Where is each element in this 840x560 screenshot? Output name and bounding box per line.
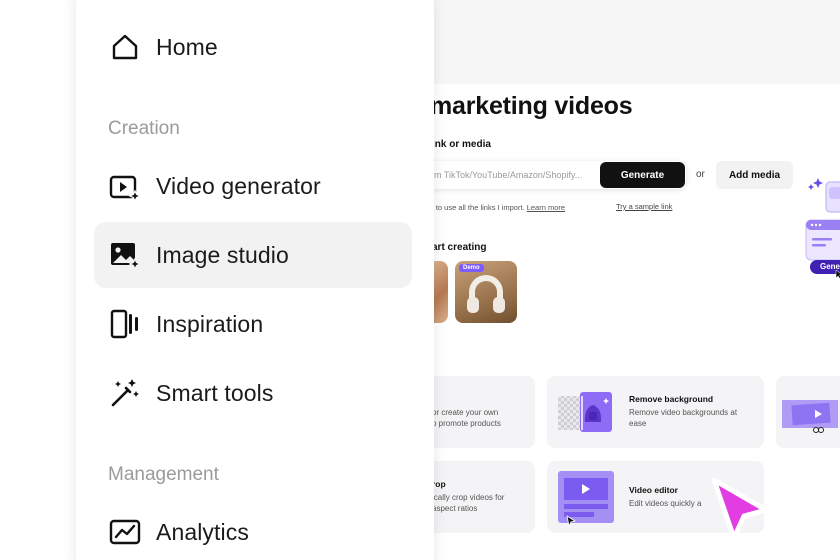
magic-wand-icon — [108, 376, 142, 410]
card-desc: aspect ratios — [432, 504, 478, 513]
learn-more-link[interactable]: Learn more — [527, 203, 565, 212]
navigation-menu: Home Creation Video generator Image stud… — [76, 0, 434, 560]
small-cursor-icon — [566, 515, 576, 527]
trim-video-illustration — [782, 400, 838, 433]
or-text: or — [696, 169, 705, 180]
menu-item-analytics[interactable]: Analytics — [94, 499, 412, 560]
play-icon — [582, 484, 590, 494]
menu-item-video-generator[interactable]: Video generator — [94, 153, 412, 219]
menu-label-image-studio: Image studio — [156, 241, 289, 268]
remove-background-illustration — [558, 392, 612, 432]
tool-card-create[interactable]: or create your own o promote products — [420, 376, 535, 448]
timeline-bar — [564, 504, 608, 509]
group-label-management: Management — [108, 464, 219, 485]
video-sparkle-icon — [108, 169, 142, 203]
image-sparkle-icon — [108, 238, 142, 272]
import-hint: s to use all the links I import. Learn m… — [430, 203, 565, 212]
analytics-icon — [108, 515, 142, 549]
card-desc: o promote products — [432, 419, 501, 428]
menu-item-image-studio[interactable]: Image studio — [94, 222, 412, 288]
menu-label-video-generator: Video generator — [156, 172, 321, 199]
menu-label-home: Home — [156, 33, 218, 60]
tool-card-crop[interactable]: rop ically crop videos for aspect ratios — [420, 461, 535, 533]
demo-badge: Demo — [459, 264, 484, 272]
start-creating-label: art creating — [432, 242, 487, 253]
card-title: Video editor — [629, 485, 678, 495]
card-desc: Remove video backgrounds at — [629, 408, 738, 417]
menu-item-inspiration[interactable]: Inspiration — [94, 291, 412, 357]
menu-label-inspiration: Inspiration — [156, 310, 264, 337]
generate-button[interactable]: Generate — [600, 162, 685, 188]
card-title: rop — [432, 479, 446, 489]
inspiration-icon — [108, 307, 142, 341]
add-media-button[interactable]: Add media — [716, 161, 793, 189]
side-generate-label: Gene — [820, 262, 840, 271]
menu-label-smart-tools: Smart tools — [156, 379, 274, 406]
try-sample-link[interactable]: Try a sample link — [616, 202, 672, 211]
card-desc: or create your own — [432, 408, 499, 417]
card-desc: ease — [629, 419, 647, 428]
menu-label-analytics: Analytics — [156, 518, 249, 545]
headphones-thumbnail[interactable]: Demo — [455, 261, 517, 323]
card-title: Remove background — [629, 394, 714, 404]
headphone-cup-right — [493, 297, 505, 313]
card-desc: Edit videos quickly a — [629, 499, 702, 508]
top-bar — [434, 0, 840, 84]
menu-item-smart-tools[interactable]: Smart tools — [94, 360, 412, 426]
card-desc: ically crop videos for — [432, 493, 505, 502]
link-section-label: ink or media — [432, 139, 491, 150]
menu-item-home[interactable]: Home — [94, 14, 412, 80]
group-label-creation: Creation — [108, 118, 180, 139]
headphone-cup-left — [467, 297, 479, 313]
link-input[interactable] — [434, 161, 604, 189]
home-icon — [108, 30, 142, 64]
import-hint-text: s to use all the links I import. — [430, 203, 525, 212]
pointer-cursor-icon — [711, 477, 769, 541]
page-title: marketing videos — [430, 92, 633, 120]
